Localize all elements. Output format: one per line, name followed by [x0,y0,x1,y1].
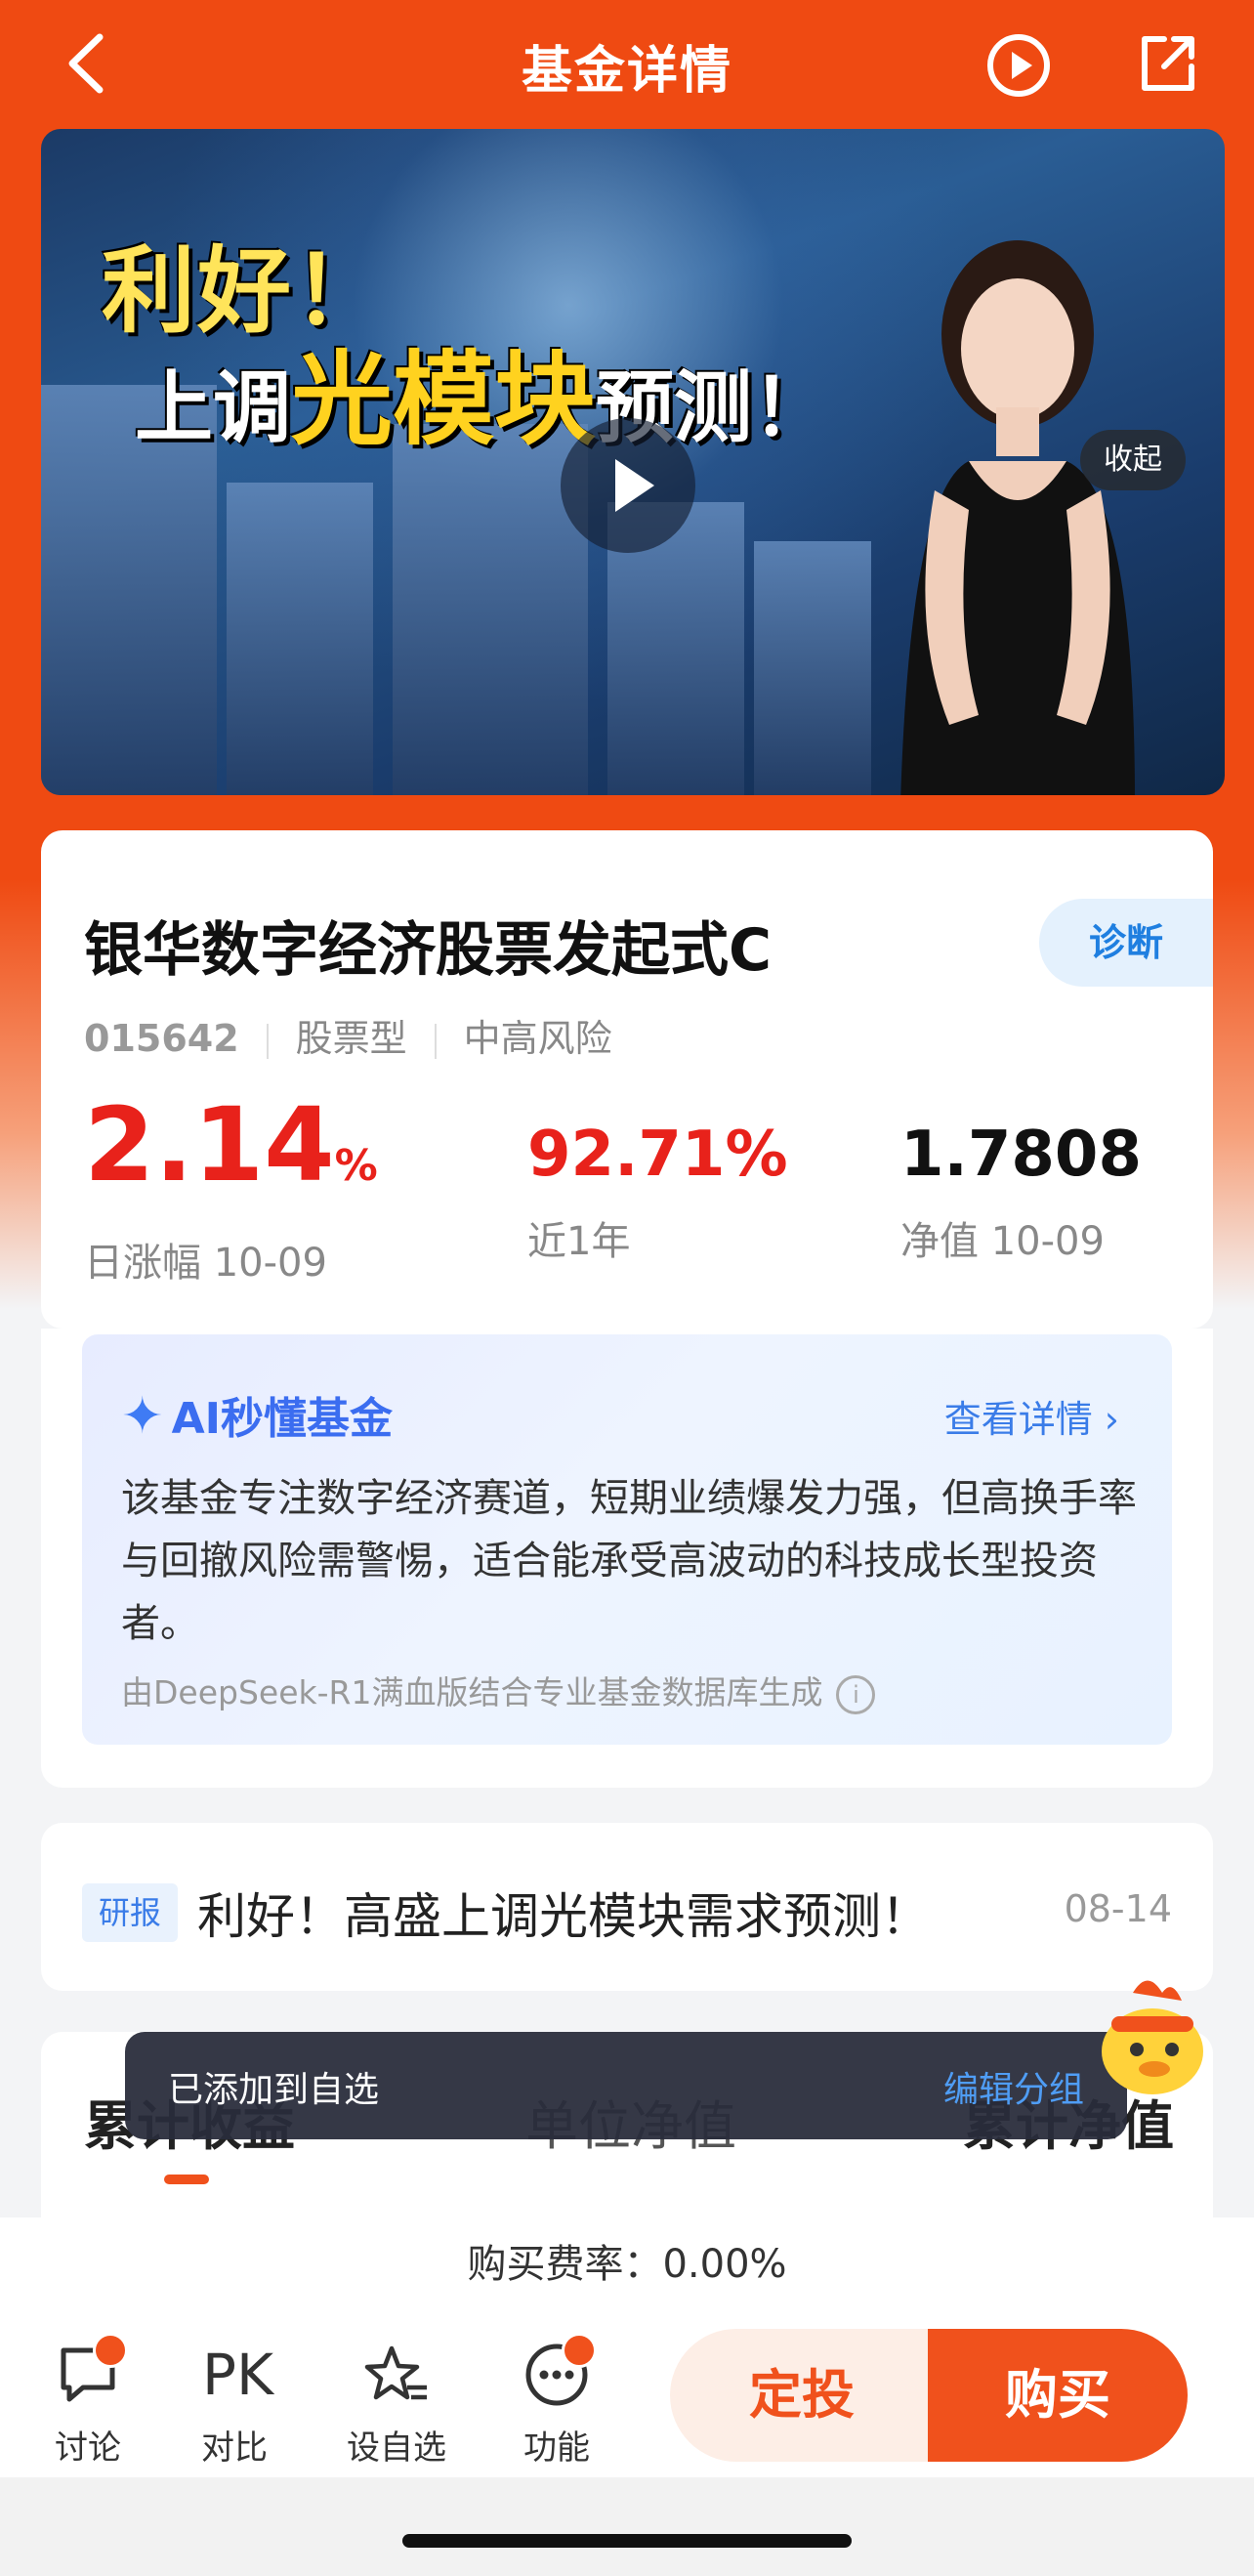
nav-stat: 1.7808 净值 10-09 [900,1114,1142,1266]
system-bottom-area [0,2477,1254,2576]
building-graphic [227,483,373,795]
functions-button[interactable]: 功能 [488,2333,625,2469]
daily-change-number: 2.14 [84,1085,335,1204]
research-date: 08-14 [1064,1887,1172,1930]
one-year-return-stat: 92.71% 近1年 [527,1114,788,1266]
divider [434,1023,437,1059]
info-icon[interactable]: i [836,1674,876,1714]
daily-change-stat: 2.14% 日涨幅 10-09 [84,1094,378,1288]
fund-risk: 中高风险 [463,1017,612,1060]
ai-summary-card[interactable]: ✦ AI秒懂基金 查看详情 › 该基金专注数字经济赛道，短期业绩爆发力强，但高换手… [82,1334,1172,1745]
mascot-icon[interactable] [1094,1964,1221,2100]
presenter-figure [900,240,1135,795]
research-tag: 研报 [82,1883,178,1942]
ai-title-text: AI秒懂基金 [171,1394,394,1444]
notification-badge [562,2333,597,2368]
ai-summary-section: ✦ AI秒懂基金 查看详情 › 该基金专注数字经济赛道，短期业绩爆发力强，但高换手… [41,1329,1213,1788]
view-details-link[interactable]: 查看详情 › [944,1389,1119,1443]
ai-summary-text: 该基金专注数字经济赛道，短期业绩爆发力强，但高换手率与回撤风险需警惕，适合能承受… [121,1476,1137,1646]
share-icon [1142,36,1194,91]
star-list-icon [364,2343,429,2407]
research-report-item[interactable]: 研报 利好！高盛上调光模块需求预测！ 08-14 [41,1823,1213,1991]
video-play-button[interactable] [561,418,695,553]
notification-badge [93,2333,128,2368]
headline-pre: 上调 [135,362,291,453]
chat-icon [56,2333,128,2407]
nav-label: 净值 10-09 [900,1219,1105,1264]
ai-title: ✦ AI秒懂基金 [121,1383,393,1446]
more-icon [524,2333,597,2407]
fund-name: 银华数字经济股票发起式C [84,916,773,985]
play-circle-icon [987,34,1050,97]
one-year-return-label: 近1年 [527,1219,631,1264]
functions-label: 功能 [523,2428,590,2468]
fund-type: 股票型 [295,1017,407,1060]
buy-button[interactable]: 购买 [928,2329,1188,2462]
research-title: 利好！高盛上调光模块需求预测！ [197,1888,930,1945]
pk-icon: PK [202,2342,274,2408]
daily-change-label: 日涨幅 10-09 [84,1241,327,1286]
headline-highlight: 光模块 [291,340,597,459]
view-details-label: 查看详情 [943,1398,1093,1441]
home-indicator[interactable] [402,2534,852,2548]
toast-text: 已添加到自选 [168,2070,380,2110]
page-title: 基金详情 [521,42,732,101]
add-watchlist-label: 设自选 [347,2428,446,2468]
discuss-button[interactable]: 讨论 [20,2333,156,2469]
nav-value: 1.7808 [900,1119,1142,1191]
play-icon [615,459,654,512]
fund-meta: 015642 股票型 中高风险 [84,1008,612,1062]
fund-code: 015642 [84,1017,239,1060]
chevron-right-icon: › [1104,1398,1119,1441]
building-graphic [393,424,588,795]
video-subheadline: 上调光模块预测！ [135,317,830,464]
compare-button[interactable]: PK 对比 [166,2343,303,2469]
collapse-button[interactable]: 收起 [1080,430,1186,490]
toast-notification: 已添加到自选 编辑分组 [125,2032,1127,2139]
ai-footnote: 由DeepSeek-R1满血版结合专业基金数据库生成 i [121,1667,876,1714]
share-button[interactable] [1135,31,1199,96]
one-year-return-value: 92.71% [527,1119,788,1191]
fund-info-card: 银华数字经济股票发起式C 诊断 015642 股票型 中高风险 2.14% 日涨幅 … [41,830,1213,1329]
bottom-action-bar: 讨论 PK 对比 设自选 功能 定投 购买 [0,2311,1254,2477]
active-tab-indicator [164,2175,209,2184]
daily-change-unit: % [334,1141,378,1191]
daily-change-value: 2.14% [84,1094,378,1217]
divider [266,1023,269,1059]
diagnose-button[interactable]: 诊断 [1039,899,1213,987]
top-nav: 基金详情 [0,0,1254,127]
sparkle-icon: ✦ [121,1387,164,1446]
video-banner[interactable]: 利好！ 上调光模块预测！ 收起 [41,129,1225,795]
discuss-label: 讨论 [55,2428,121,2468]
edit-group-button[interactable]: 编辑分组 [943,2061,1084,2112]
sip-button[interactable]: 定投 [670,2329,934,2462]
compare-label: 对比 [201,2428,268,2468]
play-button[interactable] [986,33,1051,98]
add-watchlist-button[interactable]: 设自选 [328,2343,465,2469]
fee-rate: 购买费率：0.00% [0,2217,1254,2313]
ai-footnote-text: 由DeepSeek-R1满血版结合专业基金数据库生成 [121,1673,823,1711]
